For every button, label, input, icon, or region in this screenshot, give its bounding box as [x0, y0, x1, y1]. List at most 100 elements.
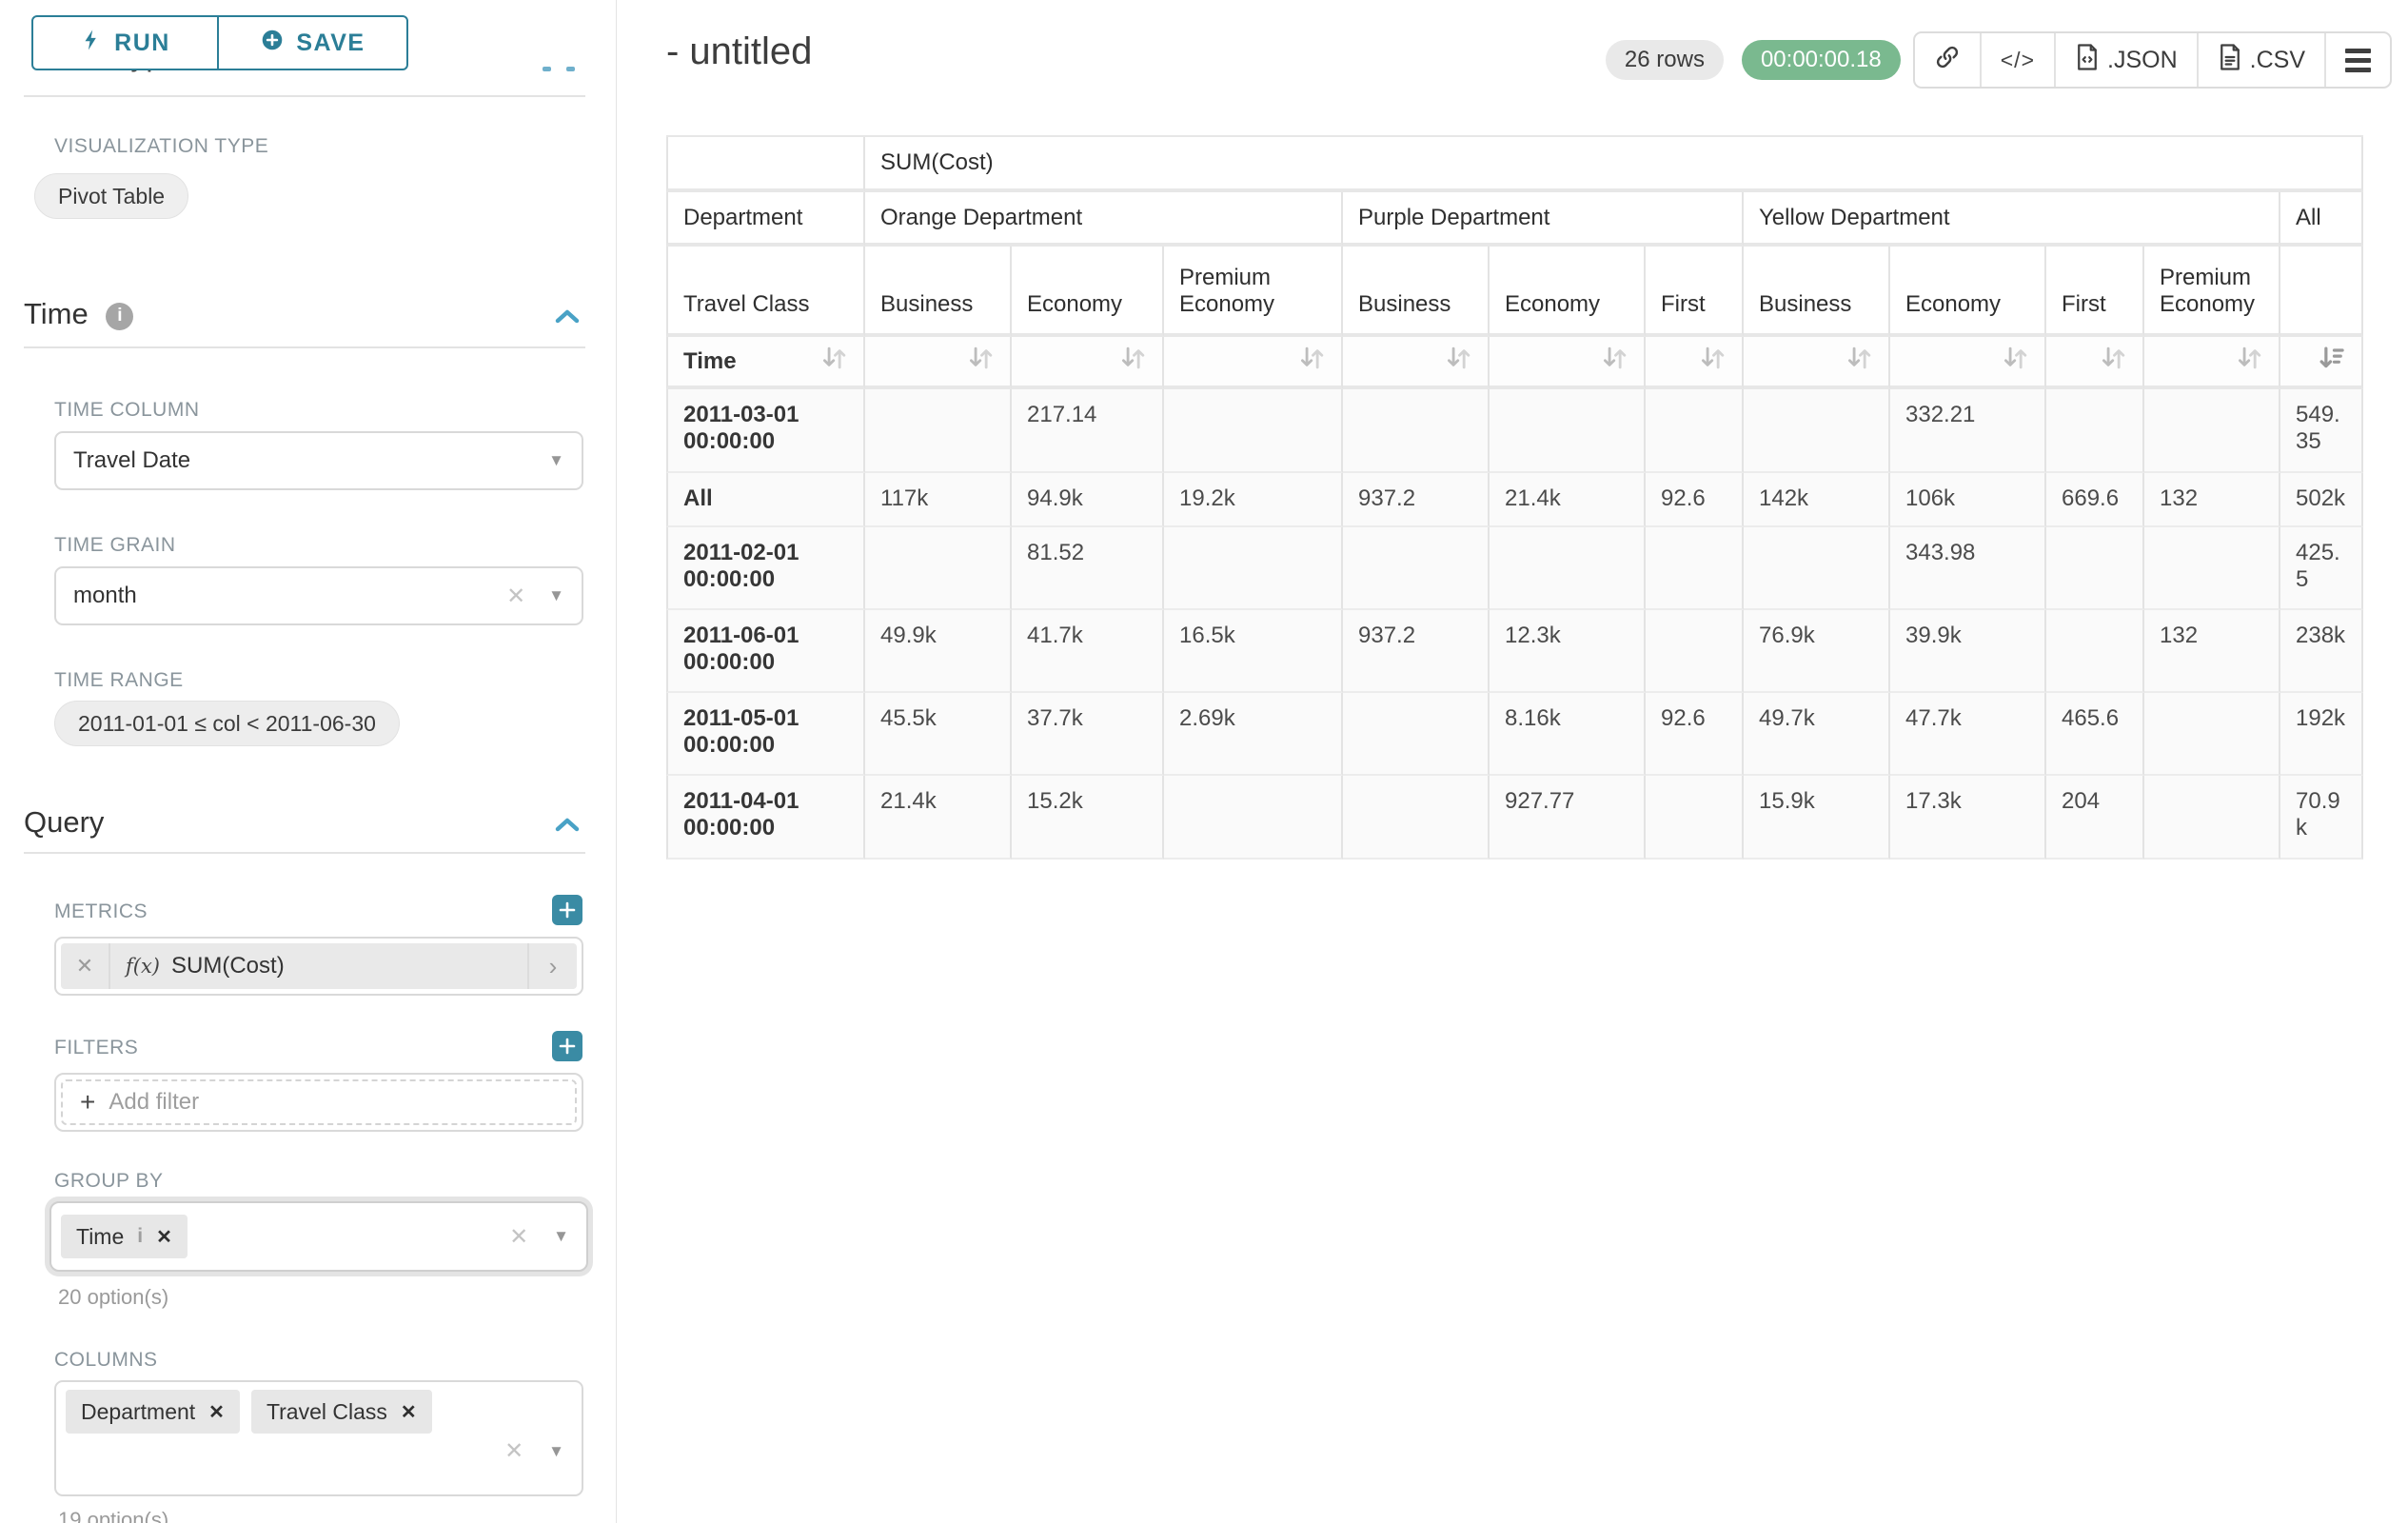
lightning-bolt-icon: [80, 29, 103, 58]
remove-chip-icon[interactable]: ✕: [401, 1400, 417, 1424]
export-json-button[interactable]: .JSON: [2056, 33, 2199, 87]
sort-desc-active-icon[interactable]: [2316, 343, 2348, 380]
value-cell: [1343, 693, 1490, 776]
add-metric-button[interactable]: [552, 895, 582, 925]
clear-icon[interactable]: ✕: [504, 1437, 523, 1465]
visualization-type-pill[interactable]: Pivot Table: [34, 173, 188, 219]
group-by-options-note: 20 option(s): [58, 1285, 168, 1310]
value-cell: 425.5: [2280, 527, 2363, 610]
remove-chip-icon[interactable]: ✕: [156, 1225, 172, 1249]
selected-option-chip[interactable]: Department✕: [66, 1390, 240, 1434]
link-chain-icon: [1934, 44, 1961, 77]
class-header-cell: Economy: [1490, 247, 1646, 337]
group-header-cell: Purple Department: [1343, 192, 1744, 247]
columns-select[interactable]: Department✕Travel Class✕ ✕ ▼: [54, 1380, 583, 1496]
metric-header-cell: SUM(Cost): [865, 137, 2363, 192]
sort-cell: [2144, 337, 2280, 389]
file-lines-icon: [2218, 43, 2242, 78]
group-by-label: GROUP BY: [54, 1170, 163, 1193]
sort-icon[interactable]: [1696, 343, 1728, 380]
class-header-cell: First: [2046, 247, 2144, 337]
chevron-down-icon: ▼: [548, 586, 564, 605]
sort-icon[interactable]: [2233, 343, 2265, 380]
group-by-select[interactable]: Timei✕ ✕ ▼: [49, 1201, 588, 1272]
row-label-cell: 2011-03-01 00:00:00: [666, 389, 865, 473]
value-cell: 332.21: [1890, 389, 2046, 473]
value-cell: [1646, 610, 1744, 693]
value-cell: [1164, 389, 1343, 473]
clear-icon[interactable]: ✕: [509, 1223, 528, 1251]
panel-resize-handle[interactable]: [543, 67, 575, 71]
remove-metric-icon[interactable]: ✕: [61, 943, 110, 989]
value-cell: 49.9k: [865, 610, 1012, 693]
save-button[interactable]: SAVE: [217, 15, 408, 70]
clear-icon[interactable]: ✕: [506, 583, 525, 610]
sort-icon[interactable]: [1116, 343, 1149, 380]
class-header-cell: Economy: [1890, 247, 2046, 337]
run-button[interactable]: RUN: [31, 15, 219, 70]
class-header-cell: Business: [865, 247, 1012, 337]
sort-cell: [1012, 337, 1164, 389]
value-cell: 70.9k: [2280, 776, 2363, 860]
value-cell: [2144, 776, 2280, 860]
divider: [24, 346, 585, 348]
info-icon: i: [137, 1225, 143, 1248]
selected-option-chip[interactable]: Timei✕: [61, 1215, 188, 1258]
value-cell: [1744, 527, 1890, 610]
table-row: 2011-02-01 00:00:0081.52343.98425.5: [666, 527, 2363, 610]
sort-cell: [2280, 337, 2363, 389]
query-section-collapse-chevron-up-icon[interactable]: [553, 815, 582, 841]
export-csv-button[interactable]: .CSV: [2199, 33, 2326, 87]
value-cell: 15.9k: [1744, 776, 1890, 860]
chevron-down-icon[interactable]: ▼: [548, 1442, 564, 1461]
sort-icon[interactable]: [1843, 343, 1875, 380]
time-column-select[interactable]: Travel Date ▼: [54, 431, 583, 490]
remove-chip-icon[interactable]: ✕: [208, 1400, 225, 1424]
metric-pill[interactable]: ✕ f(x) SUM(Cost) ›: [61, 943, 577, 989]
add-filter-dropzone[interactable]: + Add filter: [61, 1079, 577, 1125]
sort-icon[interactable]: [1295, 343, 1328, 380]
menu-button[interactable]: [2326, 33, 2390, 87]
header-controls: 26 rows 00:00:00.18 </> .JSON .: [1606, 31, 2392, 89]
chart-title[interactable]: - untitled: [666, 30, 812, 73]
value-cell: 343.98: [1890, 527, 2046, 610]
visualization-type-label: VISUALIZATION TYPE: [54, 135, 268, 158]
pivot-table-container: SUM(Cost)DepartmentOrange DepartmentPurp…: [666, 135, 2363, 860]
view-query-button[interactable]: </>: [1982, 33, 2056, 87]
chevron-right-icon[interactable]: ›: [527, 943, 577, 989]
value-cell: 117k: [865, 473, 1012, 527]
sort-icon[interactable]: [964, 343, 997, 380]
value-cell: 465.6: [2046, 693, 2144, 776]
chevron-down-icon[interactable]: ▼: [553, 1227, 569, 1246]
value-cell: 21.4k: [1490, 473, 1646, 527]
time-section-collapse-chevron-up-icon[interactable]: [553, 307, 582, 332]
sort-cell: [2046, 337, 2144, 389]
value-cell: 106k: [1890, 473, 2046, 527]
sort-icon[interactable]: [2097, 343, 2129, 380]
main-area: - untitled 26 rows 00:00:00.18 </> .JSON: [618, 0, 2408, 1523]
add-filter-plus-button[interactable]: [552, 1031, 582, 1061]
sort-icon[interactable]: [818, 343, 850, 380]
time-grain-select[interactable]: month ✕ ▼: [54, 566, 583, 625]
share-link-button[interactable]: [1915, 33, 1982, 87]
selected-option-chip[interactable]: Travel Class✕: [251, 1390, 432, 1434]
value-cell: [1744, 389, 1890, 473]
info-circle-icon[interactable]: i: [106, 303, 133, 330]
value-cell: 47.7k: [1890, 693, 2046, 776]
value-cell: 37.7k: [1012, 693, 1164, 776]
sort-icon[interactable]: [1442, 343, 1474, 380]
value-cell: 8.16k: [1490, 693, 1646, 776]
sort-icon[interactable]: [1999, 343, 2031, 380]
value-cell: 92.6: [1646, 473, 1744, 527]
columns-label: COLUMNS: [54, 1349, 158, 1372]
metric-control: ✕ f(x) SUM(Cost) ›: [54, 937, 583, 996]
sort-icon[interactable]: [1598, 343, 1630, 380]
export-csv-label: .CSV: [2250, 47, 2305, 74]
class-header-cell: Business: [1343, 247, 1490, 337]
value-cell: 937.2: [1343, 473, 1490, 527]
time-range-pill[interactable]: 2011-01-01 ≤ col < 2011-06-30: [54, 701, 400, 746]
pivot-table: SUM(Cost)DepartmentOrange DepartmentPurp…: [666, 135, 2363, 860]
add-filter-placeholder: Add filter: [109, 1089, 199, 1116]
run-button-label: RUN: [114, 30, 170, 57]
value-cell: 39.9k: [1890, 610, 2046, 693]
